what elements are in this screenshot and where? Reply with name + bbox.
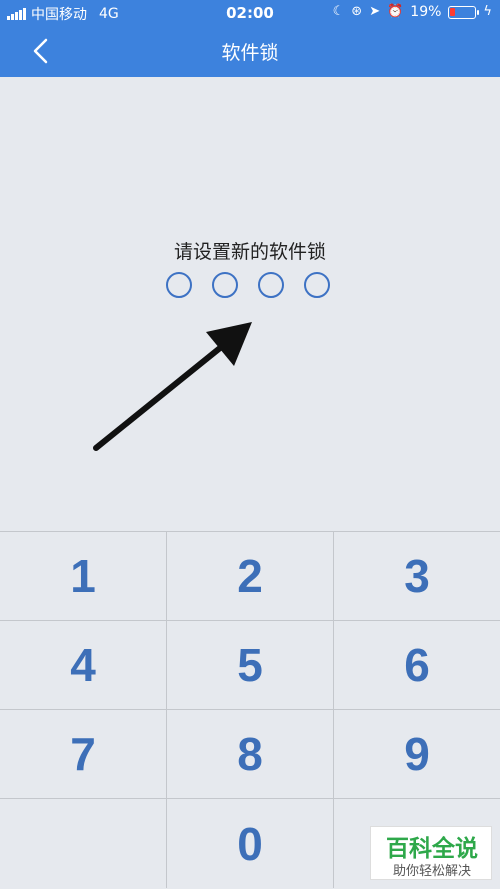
status-bar: 中国移动 4G 02:00 ☾ ⊛ ➤ ⏰ 19% ϟ — [0, 0, 500, 26]
key-3[interactable]: 3 — [334, 532, 500, 620]
moon-icon: ☾ — [332, 4, 345, 19]
passcode-dot — [166, 272, 192, 298]
header-bar: 中国移动 4G 02:00 ☾ ⊛ ➤ ⏰ 19% ϟ 软件锁 — [0, 0, 500, 77]
watermark-logo: 百科全说 助你轻松解决 — [370, 826, 492, 880]
key-1[interactable]: 1 — [0, 532, 167, 620]
keypad-row: 1 2 3 — [0, 532, 500, 621]
passcode-dot — [258, 272, 284, 298]
key-7[interactable]: 7 — [0, 710, 167, 798]
key-8[interactable]: 8 — [167, 710, 334, 798]
battery-percent: 19% — [410, 4, 442, 20]
alarm-icon: ⏰ — [387, 4, 404, 19]
arrow-icon — [93, 322, 252, 451]
key-9[interactable]: 9 — [334, 710, 500, 798]
passcode-dot — [304, 272, 330, 298]
rotation-lock-icon: ⊛ — [351, 4, 363, 19]
key-6[interactable]: 6 — [334, 621, 500, 709]
passcode-dot — [212, 272, 238, 298]
charging-icon: ϟ — [483, 4, 492, 19]
key-4[interactable]: 4 — [0, 621, 167, 709]
passcode-dots — [166, 272, 330, 298]
keypad-row: 7 8 9 — [0, 710, 500, 799]
keypad-row: 4 5 6 — [0, 621, 500, 710]
watermark-subtitle: 助你轻松解决 — [392, 864, 471, 879]
battery-icon — [448, 5, 480, 19]
watermark-title: 百科全说 — [386, 836, 478, 862]
page-title: 软件锁 — [221, 42, 279, 64]
key-5[interactable]: 5 — [167, 621, 334, 709]
key-blank-left — [0, 799, 167, 888]
key-2[interactable]: 2 — [167, 532, 334, 620]
location-icon: ➤ — [369, 4, 381, 19]
lock-prompt: 请设置新的软件锁 — [173, 241, 326, 263]
key-0[interactable]: 0 — [167, 799, 334, 888]
